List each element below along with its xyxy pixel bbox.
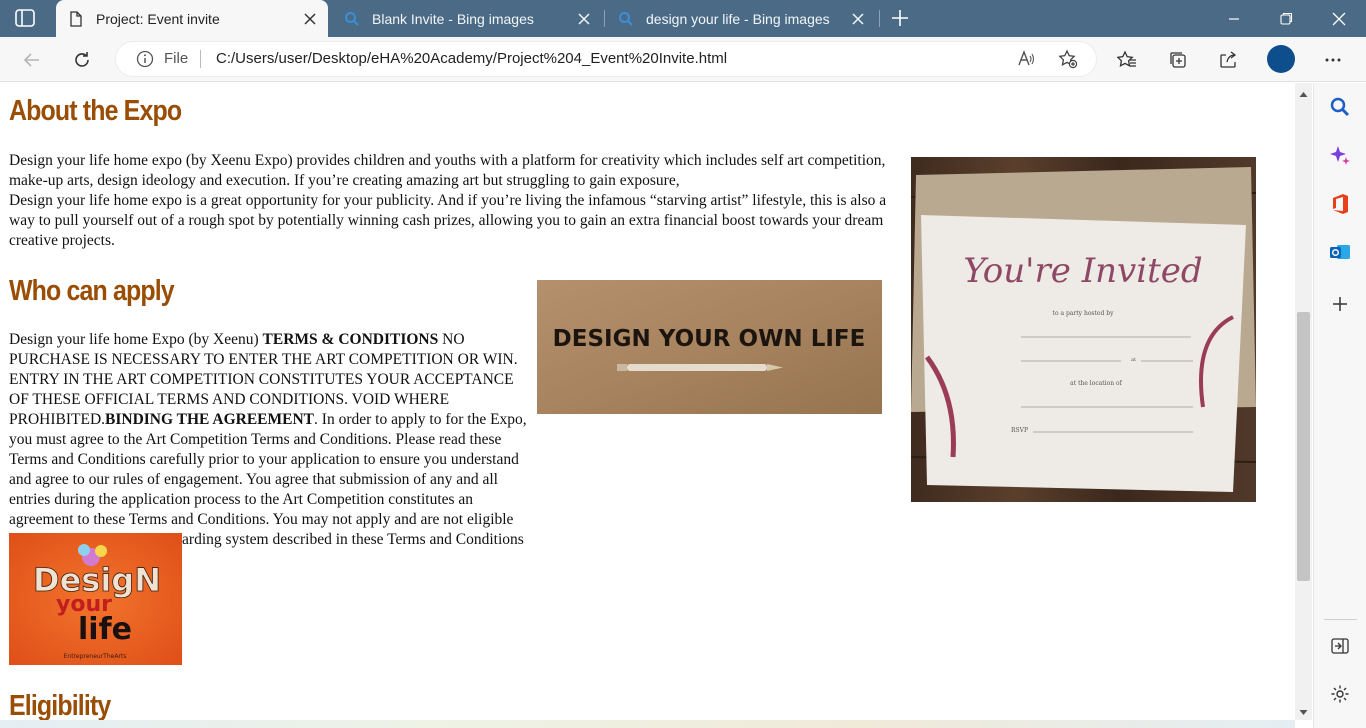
close-tab-icon[interactable] — [850, 11, 866, 27]
tab-blank-invite[interactable]: Blank Invite - Bing images — [332, 0, 602, 37]
scrollbar-thumb[interactable] — [1297, 312, 1310, 581]
invite-location-text: at the location of — [1070, 380, 1122, 387]
new-tab-button[interactable] — [888, 6, 912, 30]
invite-script-text: You're Invited — [963, 251, 1202, 291]
outlook-icon[interactable] — [1328, 240, 1352, 264]
scheme-label: File — [164, 50, 189, 67]
invite-host-text: to a party hosted by — [1053, 310, 1115, 317]
refresh-button[interactable] — [66, 44, 98, 76]
tab-separator — [879, 10, 880, 27]
office-icon[interactable] — [1328, 192, 1352, 216]
tab-title: Blank Invite - Bing images — [372, 10, 534, 27]
page-scrollbar[interactable] — [1295, 83, 1312, 720]
address-bar[interactable]: File C:/Users/user/Desktop/eHA%20Academy… — [116, 42, 1096, 76]
scroll-down-arrow-icon[interactable] — [1298, 705, 1309, 716]
about-text-2: Design your life home expo is a great op… — [9, 192, 887, 249]
workspaces-icon[interactable] — [14, 8, 36, 28]
add-sidebar-app-icon[interactable] — [1328, 292, 1352, 316]
tab-event-invite[interactable]: Project: Event invite — [56, 0, 328, 37]
add-favorite-icon[interactable] — [1058, 49, 1078, 69]
design-your-life-logo-image: DesigN your life EntrepreneurTheArts — [9, 533, 182, 665]
minimize-button[interactable] — [1208, 0, 1260, 37]
bing-search-icon — [344, 11, 360, 27]
terms-conditions-label: TERMS & CONDITIONS — [262, 331, 439, 348]
taskbar-edge — [0, 720, 1295, 728]
logo-tagline-text: EntrepreneurTheArts — [64, 653, 127, 660]
who-can-apply-heading: Who can apply — [9, 275, 175, 307]
restore-button[interactable] — [1260, 0, 1312, 37]
read-aloud-icon[interactable] — [1016, 49, 1036, 69]
tab-title: design your life - Bing images — [646, 10, 830, 27]
url-text[interactable]: C:/Users/user/Desktop/eHA%20Academy/Proj… — [216, 50, 727, 67]
address-divider — [200, 50, 201, 68]
settings-more-button[interactable] — [1317, 44, 1349, 76]
tab-separator — [604, 10, 605, 27]
eligibility-heading: Eligibility — [9, 690, 111, 722]
tab-title: Project: Event invite — [96, 10, 220, 27]
who-lead-text: Design your life home Expo (by Xeenu) — [9, 331, 259, 348]
scroll-up-arrow-icon[interactable] — [1298, 87, 1309, 98]
invite-rsvp-text: RSVP — [1011, 427, 1028, 434]
hide-sidebar-icon[interactable] — [1328, 634, 1352, 658]
close-window-button[interactable] — [1313, 0, 1365, 37]
profile-avatar[interactable] — [1267, 45, 1295, 73]
tab-strip: Project: Event invite Blank Invite - Bin… — [0, 0, 1366, 37]
edge-sidebar — [1313, 83, 1366, 728]
share-button[interactable] — [1212, 44, 1244, 76]
invite-card-image: You're Invited to a party hosted by at a… — [910, 157, 1257, 502]
page-content: About the Expo Design your life home exp… — [0, 83, 1295, 728]
invite-at-text: at — [1131, 357, 1136, 363]
collections-button[interactable] — [1162, 44, 1194, 76]
copilot-sparkle-icon[interactable] — [1328, 144, 1352, 168]
browser-toolbar: File C:/Users/user/Desktop/eHA%20Academy… — [0, 37, 1366, 82]
page-icon — [68, 10, 84, 27]
close-tab-icon[interactable] — [576, 11, 592, 27]
about-heading: About the Expo — [9, 95, 182, 127]
sidebar-settings-gear-icon[interactable] — [1328, 682, 1352, 706]
about-text: Design your life home expo (by Xeenu Exp… — [9, 152, 886, 189]
search-icon[interactable] — [1328, 95, 1352, 119]
about-paragraph: Design your life home expo (by Xeenu Exp… — [9, 151, 907, 251]
sidebar-divider — [1324, 619, 1357, 620]
info-icon[interactable] — [136, 50, 154, 68]
close-tab-icon[interactable] — [302, 11, 318, 27]
logo-life-text: life — [78, 612, 132, 647]
favorites-button[interactable] — [1111, 44, 1143, 76]
bing-search-icon — [618, 11, 634, 27]
binding-agreement-label: BINDING THE AGREEMENT — [105, 411, 315, 428]
back-button[interactable] — [16, 44, 48, 76]
tab-design-your-life[interactable]: design your life - Bing images — [606, 0, 876, 37]
